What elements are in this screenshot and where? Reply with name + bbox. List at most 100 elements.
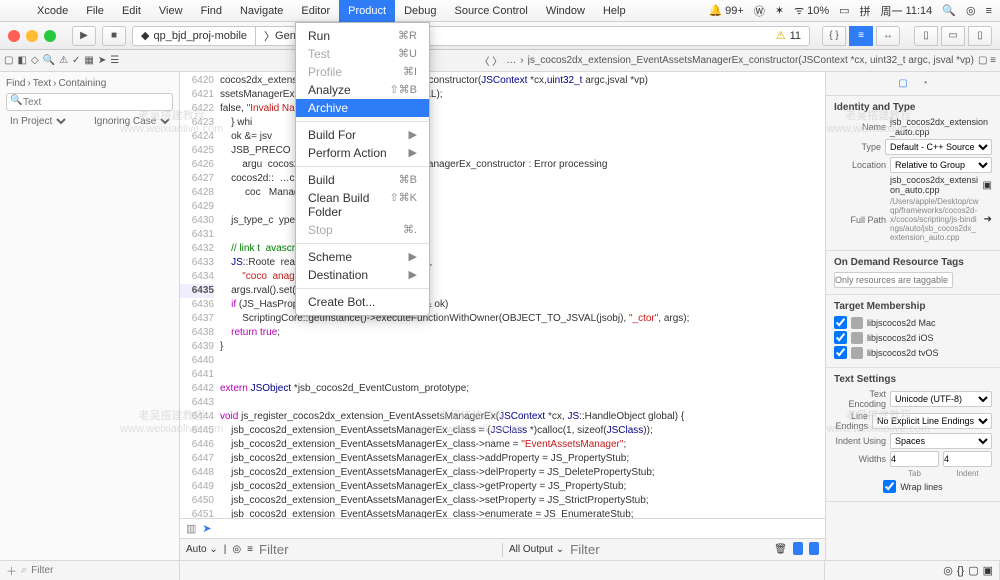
breakpoint-bar: ▥ ➤	[180, 518, 825, 538]
find-input[interactable]	[6, 93, 173, 111]
target-mac[interactable]	[834, 316, 847, 329]
library-object-icon[interactable]: ◎	[943, 564, 953, 577]
menu-edit[interactable]: Edit	[113, 0, 150, 22]
nav-issue-icon[interactable]: ⚠	[59, 55, 68, 66]
library-media-icon[interactable]: ▣	[983, 564, 993, 577]
menu-scheme[interactable]: Scheme▶	[296, 248, 429, 266]
zoom-window[interactable]	[44, 30, 56, 42]
file-type[interactable]: Default - C++ Source	[885, 139, 992, 155]
clear-console-icon[interactable]: 🗑	[774, 544, 787, 555]
minimize-window[interactable]	[26, 30, 38, 42]
jump-bar[interactable]: 〈 〉 … › js_cocos2dx_extension_EventAsset…	[479, 53, 973, 68]
nav-report-icon[interactable]: ☰	[110, 55, 119, 66]
menu-perform-action[interactable]: Perform Action▶	[296, 144, 429, 162]
menu-analyze[interactable]: Analyze⇧⌘B	[296, 81, 429, 99]
indent-width[interactable]	[943, 451, 992, 467]
menu-destination[interactable]: Destination▶	[296, 266, 429, 284]
nav-source-icon[interactable]: ◧	[17, 55, 26, 66]
target-tvos[interactable]	[834, 346, 847, 359]
menu-archive[interactable]: Archive	[296, 99, 429, 117]
spotlight-icon[interactable]: 🔍	[942, 4, 956, 17]
locate-icon[interactable]: ▣	[983, 180, 992, 191]
encoding[interactable]: Unicode (UTF-8)	[890, 391, 992, 407]
indent-using[interactable]: Spaces	[890, 433, 992, 449]
tab-width[interactable]	[890, 451, 939, 467]
wifi-icon[interactable]: ᯤ 10%	[794, 3, 829, 18]
menu-file[interactable]: File	[77, 0, 113, 22]
menu-window[interactable]: Window	[537, 0, 594, 22]
toggle-console-icon[interactable]	[809, 542, 819, 558]
menu-build[interactable]: Build⌘B	[296, 171, 429, 189]
hide-debug-icon[interactable]: ▥	[186, 522, 196, 535]
target-ios[interactable]	[834, 331, 847, 344]
menu-product[interactable]: Product	[339, 0, 395, 22]
file-fullpath: /Users/apple/Desktop/cwqp/frameworks/coc…	[890, 197, 980, 242]
variables-filter[interactable]	[259, 542, 496, 557]
menu-run[interactable]: Run⌘R	[296, 27, 429, 45]
menu-navigate[interactable]: Navigate	[231, 0, 292, 22]
menu-view[interactable]: View	[150, 0, 192, 22]
ime-icon[interactable]: 拼	[860, 3, 871, 19]
find-scope[interactable]: In Project	[6, 115, 69, 128]
reveal-icon[interactable]: ➜	[984, 214, 992, 225]
menu-editor[interactable]: Editor	[292, 0, 339, 22]
console-filter[interactable]	[570, 542, 768, 557]
warning-icon[interactable]: ⚠	[776, 29, 786, 42]
status-icon-1[interactable]: Ⓦ	[754, 3, 765, 19]
siri-icon[interactable]: ◎	[966, 4, 976, 17]
menu-create-bot[interactable]: Create Bot...	[296, 293, 429, 311]
status-icon-2[interactable]: ✶	[775, 4, 784, 17]
battery-icon[interactable]: ▭	[839, 4, 849, 17]
menu-help[interactable]: Help	[594, 0, 635, 22]
notification-center-icon[interactable]: ≡	[986, 5, 992, 17]
menu-source-control[interactable]: Source Control	[445, 0, 536, 22]
toggle-debug[interactable]: ▭	[941, 26, 965, 46]
toggle-inspector[interactable]: ▯	[968, 26, 992, 46]
nav-symbol-icon[interactable]: ◇	[31, 55, 39, 66]
wrap-lines[interactable]	[883, 480, 896, 493]
breakpoint-icon[interactable]: ➤	[202, 522, 211, 535]
toggle-navigator[interactable]: ▯	[914, 26, 938, 46]
file-inspector: ▢ ◔ Identity and Type Namejsb_cocos2dx_e…	[825, 72, 1000, 560]
nav-project-icon[interactable]: ▢	[4, 55, 13, 66]
var-view-icon[interactable]: ◎	[232, 544, 241, 555]
date-time[interactable]: 周一 11:14	[881, 3, 933, 19]
debug-bar: Auto ⌄ |◎≡ All Output ⌄ 🗑	[180, 538, 825, 560]
menu-find[interactable]: Find	[192, 0, 231, 22]
stop-button[interactable]: ■	[102, 26, 126, 46]
editor-standard[interactable]: { }	[822, 26, 846, 46]
xcode-toolbar: ▶ ■ ◆qp_bjd_proj-mobile 〉Generic iOS Dev…	[0, 22, 1000, 50]
find-breadcrumb[interactable]: Find›Text›Containing	[6, 78, 173, 89]
file-name[interactable]: jsb_cocos2dx_extension_auto.cpp	[890, 117, 992, 137]
navigator-filter[interactable]	[31, 565, 173, 576]
menu-debug[interactable]: Debug	[395, 0, 445, 22]
menu-clean[interactable]: Clean Build Folder⇧⌘K	[296, 189, 429, 221]
history-tab-icon[interactable]: ◔	[922, 78, 928, 89]
notif-icon[interactable]: 🔔99+	[708, 4, 743, 17]
source-editor[interactable]: 6420642164226423642464256426642764286429…	[180, 72, 825, 560]
add-icon[interactable]: ＋	[6, 563, 17, 579]
app-icon: ◆	[141, 29, 149, 42]
related-items-icon[interactable]: ▢ ≡	[978, 55, 996, 66]
run-button[interactable]: ▶	[72, 26, 96, 46]
identity-tab-icon[interactable]: ▢	[898, 78, 907, 89]
var-view-icon2[interactable]: ≡	[247, 544, 253, 555]
search-icon: 🔍	[10, 95, 22, 106]
nav-debug-icon[interactable]: ▦	[84, 55, 93, 66]
editor-version[interactable]: ↔	[876, 26, 900, 46]
editor-assistant[interactable]: ≡	[849, 26, 873, 46]
find-case[interactable]: Ignoring Case	[90, 115, 173, 128]
library-file-icon[interactable]: ▢	[968, 564, 978, 577]
nav-test-icon[interactable]: ✓	[72, 55, 80, 66]
nav-breakpoint-icon[interactable]: ➤	[98, 55, 106, 66]
menu-build-for[interactable]: Build For▶	[296, 126, 429, 144]
nav-find-icon[interactable]: 🔍	[43, 55, 55, 66]
menu-xcode[interactable]: Xcode	[28, 0, 77, 22]
debug-auto[interactable]: Auto ⌄	[186, 544, 218, 555]
line-endings[interactable]: No Explicit Line Endings	[872, 413, 992, 429]
library-snippet-icon[interactable]: {}	[957, 565, 964, 577]
output-mode[interactable]: All Output ⌄	[509, 544, 564, 555]
toggle-vars-icon[interactable]	[793, 542, 803, 558]
close-window[interactable]	[8, 30, 20, 42]
file-location[interactable]: Relative to Group	[890, 157, 992, 173]
